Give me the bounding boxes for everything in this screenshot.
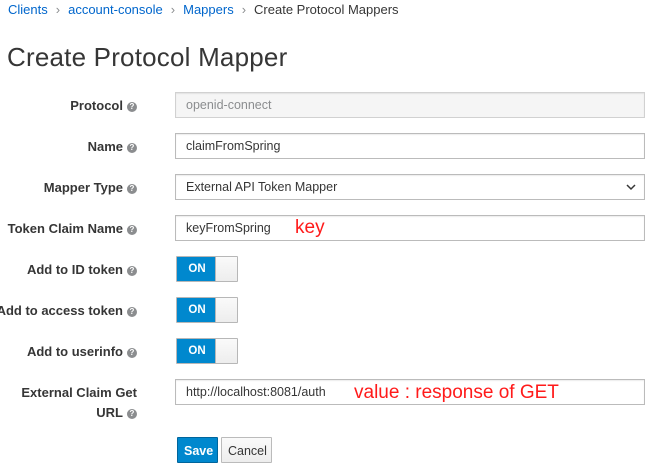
mapper-type-select[interactable]: External API Token Mapper — [175, 174, 645, 200]
annotation-value: value : response of GET — [354, 382, 559, 403]
token-claim-name-input[interactable]: keyFromSpring — [175, 215, 645, 241]
chevron-down-icon — [626, 184, 636, 191]
breadcrumb-mappers-link[interactable]: Mappers — [183, 1, 234, 19]
help-icon[interactable]: ? — [127, 184, 137, 194]
add-to-access-token-toggle[interactable]: ON — [176, 297, 238, 323]
breadcrumb-clients-link[interactable]: Clients — [8, 1, 48, 19]
toggle-knob — [215, 257, 237, 281]
chevron-right-icon: › — [170, 2, 176, 17]
toggle-on-label: ON — [177, 298, 217, 322]
help-icon[interactable]: ? — [127, 102, 137, 112]
cancel-button[interactable]: Cancel — [221, 437, 272, 463]
help-icon[interactable]: ? — [127, 225, 137, 235]
breadcrumb-account-console-link[interactable]: account-console — [68, 1, 163, 19]
chevron-right-icon: › — [241, 2, 247, 17]
help-icon[interactable]: ? — [127, 143, 137, 153]
token-claim-name-label: Token Claim Name? — [8, 220, 137, 237]
annotation-key: key — [295, 217, 325, 238]
add-to-id-token-toggle[interactable]: ON — [176, 256, 238, 282]
toggle-on-label: ON — [177, 257, 217, 281]
protocol-label: Protocol? — [70, 97, 137, 114]
mapper-type-value: External API Token Mapper — [186, 180, 338, 194]
help-icon[interactable]: ? — [127, 348, 137, 358]
chevron-right-icon: › — [55, 2, 61, 17]
help-icon[interactable]: ? — [127, 307, 137, 317]
external-claim-url-label-line2: URL? — [96, 404, 137, 421]
toggle-on-label: ON — [177, 339, 217, 363]
toggle-knob — [215, 298, 237, 322]
name-label: Name? — [88, 138, 137, 155]
page-title: Create Protocol Mapper — [7, 42, 288, 72]
toggle-knob — [215, 339, 237, 363]
help-icon[interactable]: ? — [127, 266, 137, 276]
add-to-userinfo-label: Add to userinfo? — [27, 343, 137, 360]
save-button[interactable]: Save — [177, 437, 218, 463]
breadcrumb: Clients › account-console › Mappers › Cr… — [8, 0, 399, 20]
breadcrumb-current: Create Protocol Mappers — [254, 2, 399, 17]
help-icon[interactable]: ? — [127, 409, 137, 419]
external-claim-url-label-line1: External Claim Get — [21, 385, 137, 400]
name-input[interactable]: claimFromSpring — [175, 133, 645, 159]
add-to-access-token-label: Add to access token? — [0, 302, 137, 319]
mapper-type-label: Mapper Type? — [44, 179, 137, 196]
protocol-field: openid-connect — [175, 92, 645, 118]
add-to-userinfo-toggle[interactable]: ON — [176, 338, 238, 364]
add-to-id-token-label: Add to ID token? — [27, 261, 137, 278]
